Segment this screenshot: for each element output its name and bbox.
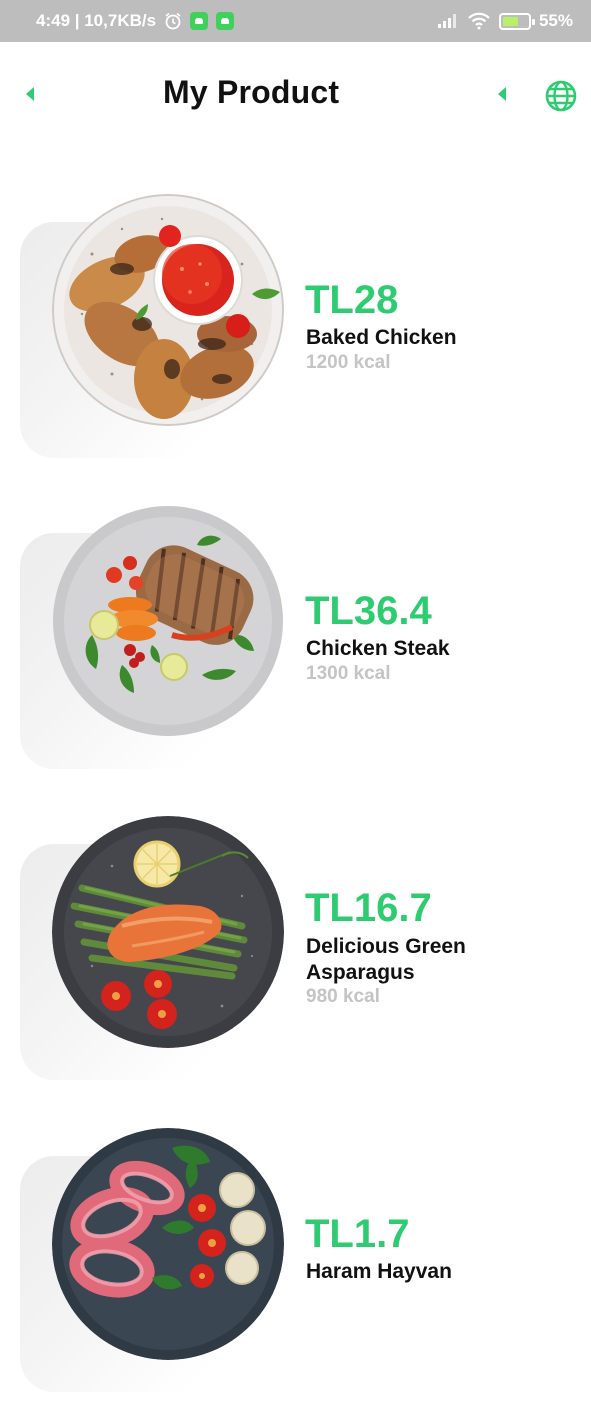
product-price: TL1.7 — [305, 1212, 410, 1256]
battery-icon — [498, 12, 535, 30]
notification-app-icon — [216, 12, 235, 30]
product-price: TL16.7 — [305, 886, 432, 930]
alarm-icon — [164, 12, 182, 30]
product-calories: 980 kcal — [306, 986, 380, 1007]
product-card[interactable]: TL16.7 Delicious Green Asparagus 980 kca… — [0, 816, 591, 1096]
app-bar: My Product — [0, 42, 591, 150]
product-card[interactable]: TL28 Baked Chicken 1200 kcal — [0, 194, 591, 474]
product-calories: 1200 kcal — [306, 352, 391, 373]
back-triangle-icon — [498, 87, 506, 101]
globe-icon — [545, 80, 577, 112]
notification-app-icon — [190, 12, 209, 30]
product-name: Delicious Green Asparagus — [306, 935, 466, 984]
product-image[interactable] — [52, 505, 284, 737]
product-name: Haram Hayvan — [306, 1260, 452, 1283]
product-image[interactable] — [52, 816, 284, 1048]
product-name: Chicken Steak — [306, 637, 450, 660]
battery-percent: 55% — [538, 11, 573, 30]
product-image[interactable] — [52, 194, 284, 426]
page-title: My Product — [163, 74, 340, 110]
back-button[interactable] — [18, 82, 42, 106]
language-button[interactable] — [543, 78, 579, 114]
product-calories: 1300 kcal — [306, 663, 391, 684]
product-price: TL36.4 — [305, 589, 432, 633]
status-right: 55% — [437, 11, 573, 31]
status-bar: 4:49 | 10,7KB/s 55% — [0, 0, 591, 42]
back-triangle-icon — [26, 87, 34, 101]
product-name: Baked Chicken — [306, 326, 457, 349]
signal-icon — [437, 13, 459, 29]
status-time-speed: 4:49 | 10,7KB/s — [36, 11, 157, 30]
product-image[interactable] — [52, 1128, 284, 1360]
product-price: TL28 — [305, 278, 399, 322]
product-card[interactable]: TL36.4 Chicken Steak 1300 kcal — [0, 505, 591, 785]
wifi-icon — [467, 12, 491, 30]
previous-button[interactable] — [490, 82, 514, 106]
product-card[interactable]: TL1.7 Haram Hayvan — [0, 1128, 591, 1408]
status-left: 4:49 | 10,7KB/s — [36, 11, 235, 31]
